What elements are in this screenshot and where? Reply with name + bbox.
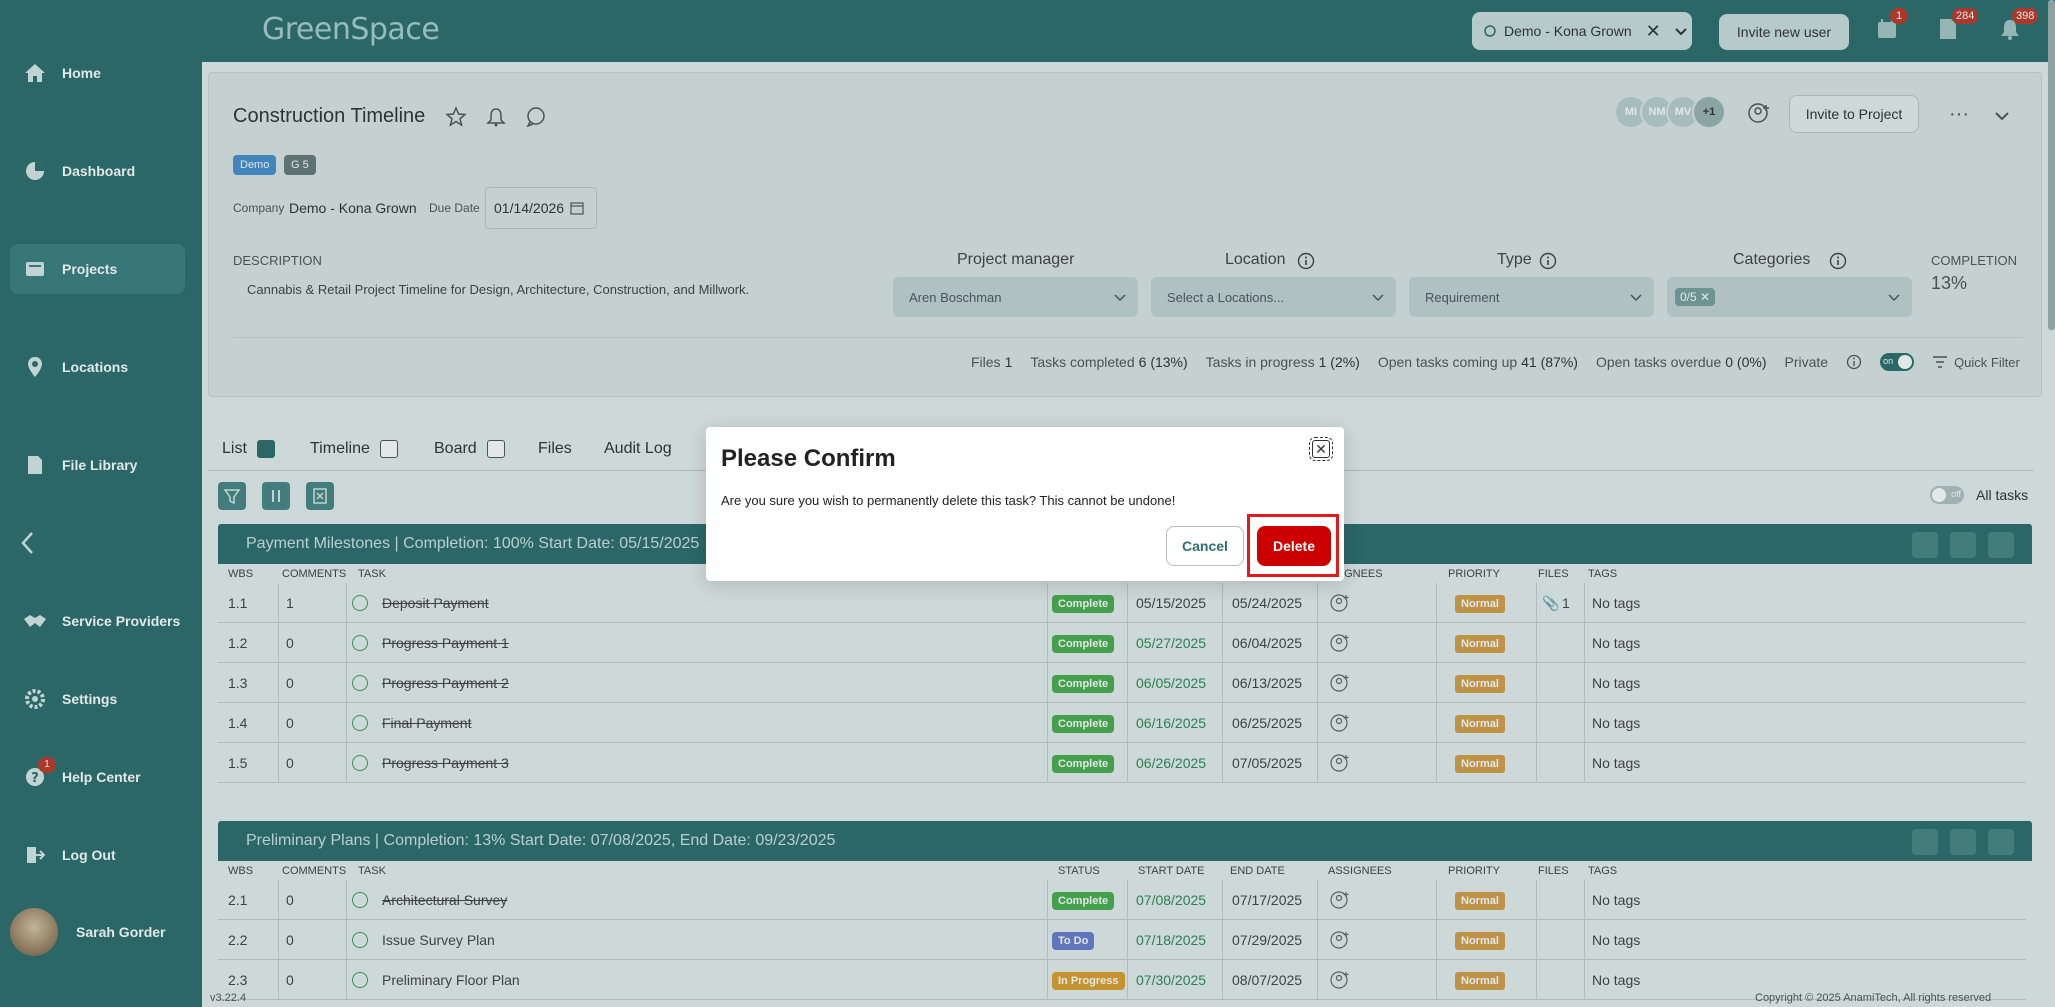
cancel-button[interactable]: Cancel <box>1166 526 1244 566</box>
close-icon[interactable]: ✕ <box>1309 437 1333 461</box>
dialog-message: Are you sure you wish to permanently del… <box>721 493 1176 508</box>
delete-button-highlight <box>1247 514 1339 577</box>
dialog-title: Please Confirm <box>721 445 896 472</box>
